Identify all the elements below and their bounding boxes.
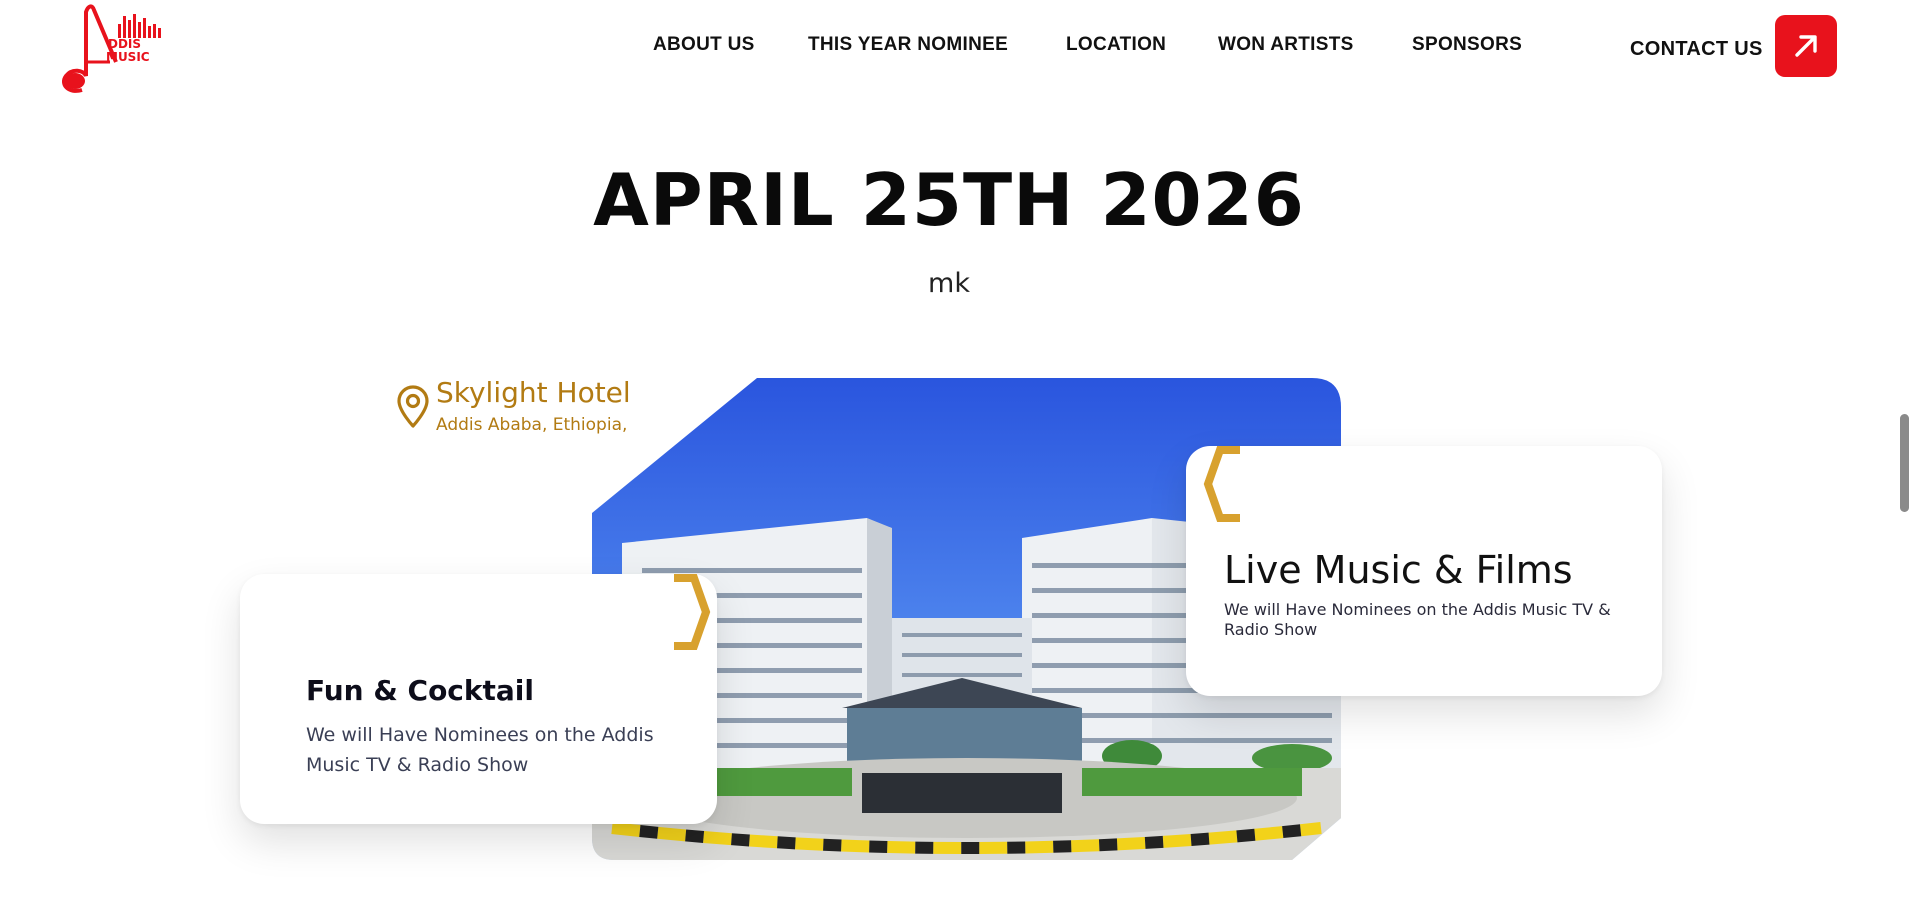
feature-card-fun-cocktail: Fun & Cocktail We will Have Nominees on … (240, 574, 717, 824)
card-description: We will Have Nominees on the Addis Music… (306, 724, 654, 776)
nav-item-about-us[interactable]: ABOUT US (653, 34, 755, 56)
svg-text:DDIS: DDIS (108, 37, 141, 51)
card-description: We will Have Nominees on the Addis Music… (1224, 600, 1611, 639)
nav-item-this-year-nominee[interactable]: THIS YEAR NOMINEE (808, 34, 1008, 56)
gold-bracket-icon (674, 574, 711, 650)
map-pin-icon (397, 385, 429, 428)
nav-item-location[interactable]: LOCATION (1066, 34, 1166, 56)
card-title: Fun & Cocktail (306, 674, 534, 707)
nav-item-won-artists[interactable]: WON ARTISTS (1218, 34, 1354, 56)
event-date-heading: APRIL 25TH 2026 (593, 158, 1305, 242)
card-title: Live Music & Films (1224, 548, 1573, 592)
page-scrollbar[interactable] (1900, 414, 1909, 512)
event-subtitle: mk (928, 268, 970, 299)
feature-card-live-music-films: Live Music & Films We will Have Nominees… (1186, 446, 1662, 696)
arrow-up-right-icon (1795, 35, 1817, 57)
addis-music-logo[interactable]: DDIS MUSIC (58, 2, 168, 94)
contact-us-button[interactable] (1775, 15, 1837, 77)
svg-text:MUSIC: MUSIC (106, 50, 150, 64)
nav-item-sponsors[interactable]: SPONSORS (1412, 34, 1522, 56)
contact-us-link[interactable]: CONTACT US (1630, 38, 1763, 61)
gold-bracket-icon (1203, 446, 1240, 522)
